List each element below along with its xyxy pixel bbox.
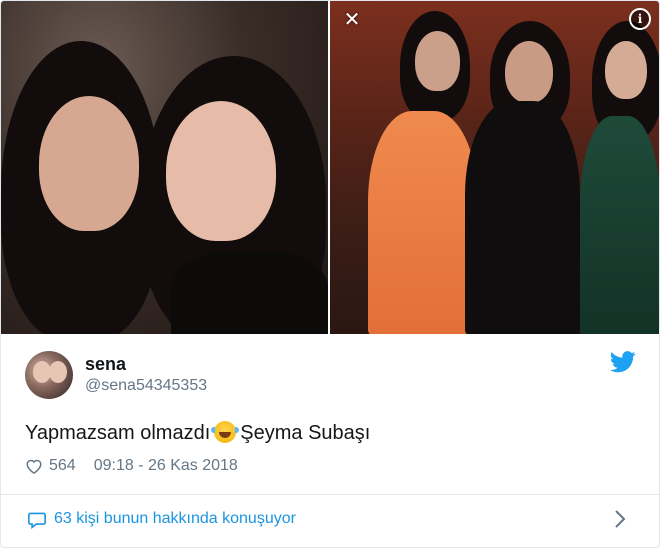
figure-face (166, 101, 276, 241)
twitter-bird-icon[interactable] (610, 351, 636, 373)
timestamp[interactable]: 09:18 - 26 Kas 2018 (94, 457, 238, 475)
figure-face (605, 41, 647, 99)
heart-icon[interactable] (25, 457, 43, 475)
tweet-meta: 564 09:18 - 26 Kas 2018 (25, 457, 238, 475)
conversation-link[interactable]: 63 kişi bunun hakkında konuşuyor (1, 495, 659, 547)
info-icon[interactable]: i (629, 8, 651, 30)
like-count[interactable]: 564 (49, 457, 76, 475)
tweet-header: sena @sena54345353 (25, 351, 637, 401)
figure-face (415, 31, 460, 91)
tweet-text: Yapmazsam olmazdı Şeyma Subaşı (25, 421, 370, 445)
figure-dress-orange (368, 111, 478, 334)
media-grid: ✕ i (1, 1, 659, 334)
laughing-emoji-icon (211, 421, 240, 443)
photo-right[interactable] (330, 1, 659, 334)
close-icon[interactable]: ✕ (339, 7, 365, 33)
photo-left[interactable] (1, 1, 328, 334)
user-handle[interactable]: @sena54345353 (85, 377, 207, 395)
tweet-card: ✕ i sena @sena54345353 Yapmazsam olmazdı… (0, 0, 660, 548)
tweet-text-mention: Şeyma Subaşı (240, 422, 371, 444)
figure-body (171, 251, 328, 334)
conversation-text[interactable]: 63 kişi bunun hakkında konuşuyor (54, 510, 296, 528)
tweet-text-main: Yapmazsam olmazdı (25, 422, 211, 444)
figure-dress-green (580, 116, 659, 334)
figure-face (39, 96, 139, 231)
reply-bubble-icon (27, 512, 46, 529)
figure-dress-black (465, 101, 580, 334)
chevron-right-icon[interactable] (613, 509, 627, 529)
avatar[interactable] (25, 351, 73, 399)
figure-face (505, 41, 553, 103)
user-name[interactable]: sena (85, 354, 126, 375)
